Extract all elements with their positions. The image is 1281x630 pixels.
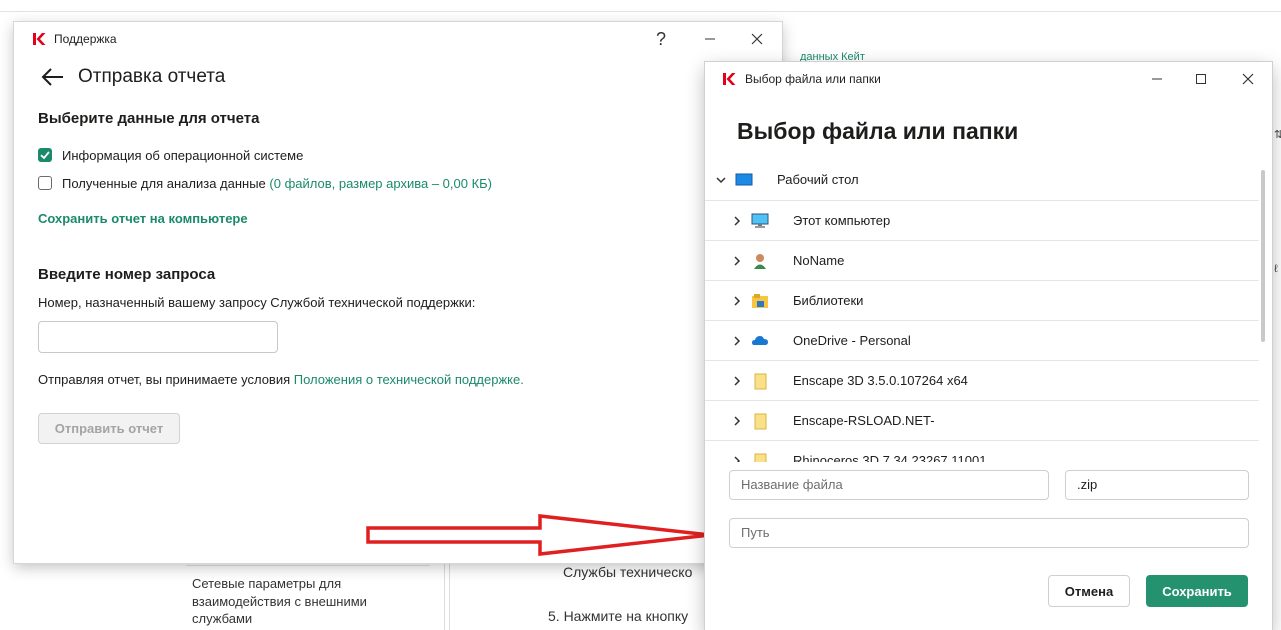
file-dialog-title: Выбор файла или папки [745,72,881,86]
page-title: Отправка отчета [78,66,226,87]
tree-node-label: Рабочий стол [777,172,859,187]
chevron-down-icon[interactable] [715,174,727,186]
filename-input[interactable]: Название файла [729,470,1049,500]
background-divider [0,11,1281,12]
maximize-icon [1196,74,1206,84]
folder-icon [754,453,767,462]
terms-text: Отправляя отчет, вы принимаете условия П… [38,372,524,387]
background-edge-fragment: ℓ [1274,263,1278,275]
kaspersky-logo-icon [723,73,736,85]
analysis-data-label[interactable]: Полученные для анализа данные (0 файлов,… [62,176,492,191]
tree-node-label: Enscape-RSLOAD.NET- [793,413,935,428]
close-icon [751,33,763,45]
background-sidebar-divider [186,565,430,566]
annotation-arrow [366,514,711,556]
tree-node[interactable]: Enscape-RSLOAD.NET- [705,400,1259,440]
os-info-checkbox[interactable] [38,148,52,162]
onedrive-icon [752,336,768,345]
os-info-label[interactable]: Информация об операционной системе [62,148,303,163]
path-input[interactable]: Путь [729,518,1249,548]
support-titlebar: Поддержка ? [14,22,782,56]
minimize-icon [705,38,715,40]
tree-node[interactable]: OneDrive - Personal [705,320,1259,360]
chevron-right-icon[interactable] [731,215,743,227]
tree-scrollbar[interactable] [1261,170,1265,342]
folder-icon [754,373,767,390]
tree-node-label: OneDrive - Personal [793,333,911,348]
tree-node-label: Rhinoceros 3D 7.34.23267.11001 [793,453,987,462]
chevron-right-icon[interactable] [731,255,743,267]
section-request-title: Введите номер запроса [38,266,216,283]
close-icon [1242,73,1254,85]
minimize-button[interactable] [688,26,732,52]
analysis-data-checkbox[interactable] [38,176,52,190]
chevron-right-icon[interactable] [731,295,743,307]
terms-prefix: Отправляя отчет, вы принимаете условия [38,372,294,387]
tree-node-label: Enscape 3D 3.5.0.107264 x64 [793,373,968,388]
request-number-input[interactable] [38,321,278,353]
send-report-button[interactable]: Отправить отчет [38,413,180,444]
folder-icon [754,413,767,430]
maximize-button[interactable] [1179,66,1223,92]
close-button[interactable] [1226,66,1270,92]
tree-node[interactable]: Этот компьютер [705,200,1259,240]
background-edge-fragment: ⇅ [1274,129,1281,141]
section-data-title: Выберите данные для отчета [38,110,260,127]
cancel-button[interactable]: Отмена [1048,575,1130,607]
support-window-title: Поддержка [54,32,117,46]
tree-node-label: NoName [793,253,845,268]
minimize-icon [1152,78,1162,80]
support-window: Поддержка ? Отправка отчета Выберите дан… [14,22,782,563]
tree-node[interactable]: NoName [705,240,1259,280]
analysis-data-detail: (0 файлов, размер архива – 0,00 КБ) [269,176,493,191]
save-button[interactable]: Сохранить [1146,575,1248,607]
help-button[interactable]: ? [639,26,683,52]
checkmark-icon [40,151,50,160]
tree-node-label: Этот компьютер [793,213,891,228]
background-text-line: 5. Нажмите на кнопку [548,608,689,624]
tree-node[interactable]: Библиотеки [705,280,1259,320]
computer-icon [751,213,769,228]
terms-link[interactable]: Положения о технической поддержке. [294,372,524,387]
kaspersky-logo-icon [33,33,46,45]
minimize-button[interactable] [1135,66,1179,92]
back-arrow-icon[interactable] [40,66,66,88]
request-description: Номер, назначенный вашему запросу Службо… [38,295,476,310]
close-button[interactable] [735,26,779,52]
tree-node[interactable]: Enscape 3D 3.5.0.107264 x64 [705,360,1259,400]
background-sidebar-item[interactable]: Сетевые параметры для взаимодействия с в… [192,575,422,628]
chevron-right-icon[interactable] [731,375,743,387]
libraries-icon [752,294,768,308]
tree-root-desktop[interactable]: Рабочий стол [705,160,1259,200]
chevron-right-icon[interactable] [731,415,743,427]
save-report-link[interactable]: Сохранить отчет на компьютере [38,211,248,226]
extension-field[interactable]: .zip [1065,470,1249,500]
chevron-right-icon[interactable] [731,335,743,347]
analysis-data-label-text: Полученные для анализа данные [62,176,266,191]
user-icon [754,254,766,269]
chevron-right-icon[interactable] [731,455,743,462]
tree-node-label: Библиотеки [793,293,864,308]
background-text-line: Службы техническо [563,564,693,580]
file-dialog: Выбор файла или папки Выбор файла или па… [705,62,1272,630]
folder-tree: Рабочий стол Этот компьютер NoName Библи… [705,160,1259,462]
desktop-icon [735,173,753,186]
tree-node[interactable]: Rhinoceros 3D 7.34.23267.11001 [705,440,1259,462]
file-dialog-heading: Выбор файла или папки [737,118,1019,144]
